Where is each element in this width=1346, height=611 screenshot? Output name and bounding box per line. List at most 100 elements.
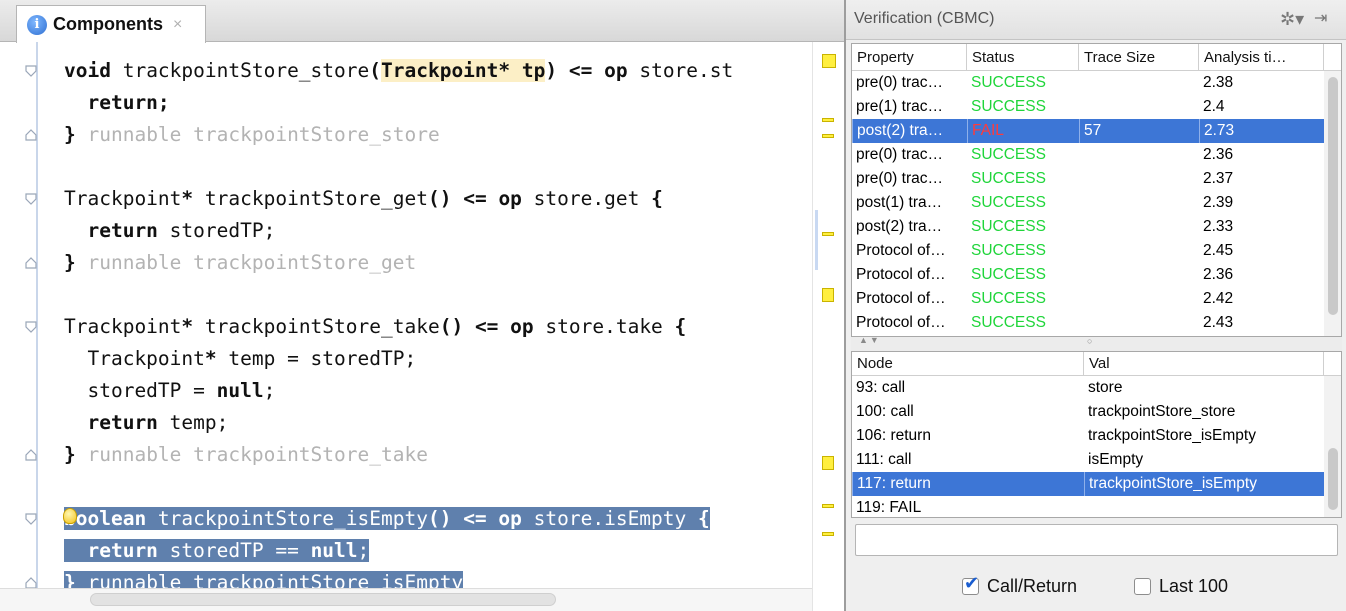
last-100-checkbox[interactable] (1134, 577, 1151, 595)
code-line[interactable]: } runnable trackpointStore_take (64, 440, 428, 470)
fold-close-icon[interactable] (24, 128, 38, 142)
cell-property: post(2) tra… (856, 218, 943, 235)
warning-marker[interactable] (822, 504, 834, 508)
cell-status: SUCCESS (971, 146, 1046, 163)
tab-components[interactable]: i Components × (16, 5, 206, 43)
code-line[interactable]: return; (64, 88, 170, 118)
code-token: Trackpoint (64, 347, 205, 370)
column-header-node[interactable]: Node (852, 352, 1084, 376)
table-row[interactable]: 117: return trackpointStore_isEmpty (852, 472, 1324, 496)
table-row[interactable]: 111: call isEmpty (852, 448, 1324, 472)
column-header-analysis-time[interactable]: Analysis ti… (1199, 44, 1324, 71)
warning-marker[interactable] (822, 456, 834, 470)
code-line[interactable]: Trackpoint* temp = storedTP; (64, 344, 416, 374)
horizontal-scrollbar[interactable] (0, 588, 812, 611)
close-icon[interactable]: × (173, 16, 182, 34)
code-line[interactable]: storedTP = null; (64, 376, 275, 406)
table-row[interactable]: Protocol of… SUCCESS 2.45 (852, 239, 1324, 263)
cell-val: isEmpty (1088, 451, 1144, 468)
table-row[interactable]: pre(1) trac… SUCCESS 2.4 (852, 95, 1324, 119)
table-row[interactable]: pre(0) trac… SUCCESS 2.36 (852, 143, 1324, 167)
fold-open-icon[interactable] (24, 512, 38, 526)
call-return-option[interactable]: Call/Return (962, 573, 1077, 597)
gear-icon[interactable]: ✲▾ (1280, 9, 1304, 30)
code-token: storedTP; (157, 219, 276, 242)
table-row[interactable]: 119: FAIL (852, 496, 1324, 517)
cell-trace (1079, 143, 1199, 167)
table-row[interactable]: pre(0) trac… SUCCESS 2.37 (852, 167, 1324, 191)
column-header-status[interactable]: Status (967, 44, 1079, 71)
cell-status: SUCCESS (971, 98, 1046, 115)
code-token: return (87, 539, 158, 562)
table-row[interactable]: post(2) tra… FAIL 57 2.73 (852, 119, 1324, 143)
warning-marker[interactable] (822, 54, 836, 68)
table-row[interactable]: Protocol of… SUCCESS 2.42 (852, 287, 1324, 311)
panel-title: Verification (CBMC) (854, 10, 995, 27)
lightbulb-icon[interactable] (63, 508, 77, 524)
fold-open-icon[interactable] (24, 320, 38, 334)
cell-trace (1079, 167, 1199, 191)
cell-status: FAIL (967, 119, 1079, 143)
code-line[interactable]: return temp; (64, 408, 228, 438)
table-row[interactable]: 100: call trackpointStore_store (852, 400, 1324, 424)
code-token: temp = storedTP; (216, 347, 417, 370)
column-header-trace-size[interactable]: Trace Size (1079, 44, 1199, 71)
fold-open-icon[interactable] (24, 64, 38, 78)
column-header-property[interactable]: Property (852, 44, 967, 71)
table-row[interactable]: 93: call store (852, 376, 1324, 400)
warning-marker[interactable] (822, 232, 834, 236)
code-token: return; (87, 91, 170, 114)
selection-highlight: boolean trackpointStore_isEmpty() <= op … (64, 507, 710, 530)
fold-close-icon[interactable] (24, 448, 38, 462)
column-header-val[interactable]: Val (1084, 352, 1324, 376)
fold-close-icon[interactable] (24, 256, 38, 270)
warning-marker[interactable] (822, 118, 834, 122)
cell-time: 2.38 (1203, 74, 1234, 91)
code-line[interactable]: Trackpoint* trackpointStore_get() <= op … (64, 184, 663, 214)
filter-input[interactable] (855, 524, 1338, 556)
table-header: Node Val (852, 352, 1341, 376)
table-row[interactable]: 106: return trackpointStore_isEmpty (852, 424, 1324, 448)
cell-val: trackpointStore_isEmpty (1084, 472, 1324, 496)
code-area[interactable]: void trackpointStore_store(Trackpoint* t… (0, 42, 812, 598)
warning-marker[interactable] (822, 134, 834, 138)
code-token: runnable trackpointStore_take (75, 443, 428, 466)
code-line[interactable]: } runnable trackpointStore_get (64, 248, 416, 278)
code-line[interactable]: return storedTP; (64, 216, 275, 246)
table-row[interactable]: post(1) tra… SUCCESS 2.39 (852, 191, 1324, 215)
warning-marker[interactable] (822, 532, 834, 536)
cell-status: SUCCESS (971, 74, 1046, 91)
fold-open-icon[interactable] (24, 192, 38, 206)
table-row[interactable]: Protocol of… SUCCESS 2.43 (852, 311, 1324, 335)
table-row[interactable]: post(2) tra… SUCCESS 2.33 (852, 215, 1324, 239)
code-token: * (204, 347, 217, 370)
splitter-arrows-icon[interactable]: ▲▼ (859, 335, 881, 345)
table-row[interactable]: pre(0) trac… SUCCESS 2.38 (852, 71, 1324, 95)
call-return-checkbox[interactable] (962, 573, 979, 595)
scrollbar-thumb[interactable] (1328, 448, 1338, 510)
cell-trace: 57 (1079, 119, 1199, 143)
code-line[interactable]: } runnable trackpointStore_store (64, 120, 440, 150)
table-row[interactable]: Protocol of… SUCCESS 2.36 (852, 263, 1324, 287)
code-line[interactable]: boolean trackpointStore_isEmpty() <= op … (64, 504, 710, 534)
cell-property: Protocol of… (856, 290, 946, 307)
splitter-grip-icon[interactable]: ○ (1087, 336, 1092, 346)
scrollbar-thumb[interactable] (1328, 77, 1338, 315)
code-token: ) (545, 59, 558, 82)
last-100-option[interactable]: Last 100 (1134, 575, 1228, 597)
vertical-scrollbar[interactable] (1324, 71, 1341, 336)
warning-marker[interactable] (822, 288, 834, 302)
scrollbar-thumb[interactable] (90, 593, 556, 606)
cell-trace (1079, 287, 1199, 311)
code-token: return (87, 219, 158, 242)
panel-header: Verification (CBMC) ✲▾ ⇥ (846, 0, 1346, 40)
code-line[interactable]: Trackpoint* trackpointStore_take() <= op… (64, 312, 686, 342)
vertical-scrollbar[interactable] (1324, 376, 1341, 517)
pin-icon[interactable]: ⇥ (1314, 8, 1327, 28)
panel-splitter[interactable]: ▲▼ ○ (851, 335, 1342, 351)
code-line[interactable]: void trackpointStore_store(Trackpoint* t… (64, 56, 733, 86)
code-line[interactable]: return storedTP == null; (64, 536, 370, 566)
code-token: ; (357, 539, 370, 562)
